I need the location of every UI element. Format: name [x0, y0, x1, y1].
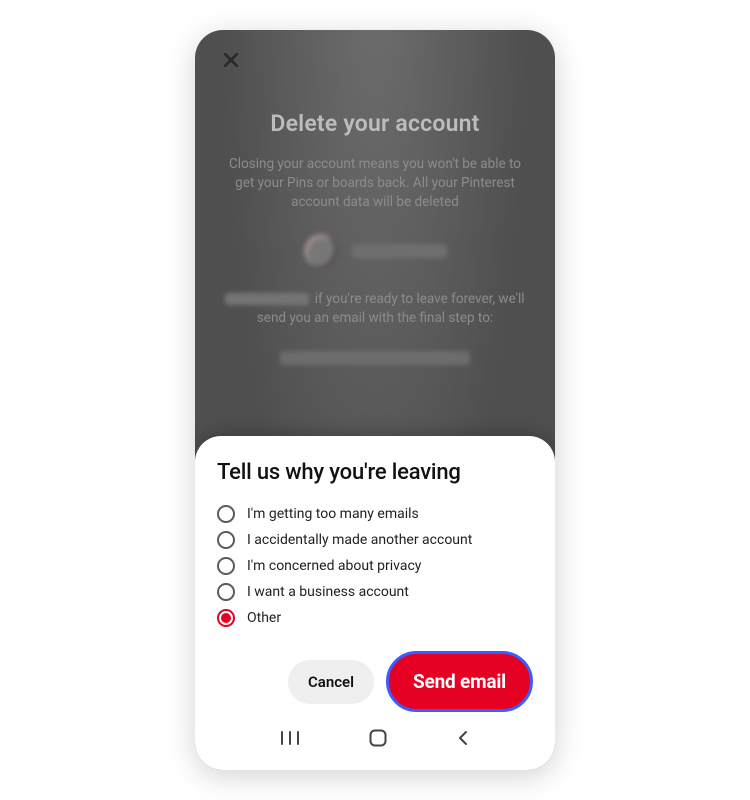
- reason-option-privacy[interactable]: I'm concerned about privacy: [217, 553, 533, 579]
- radio-icon: [217, 505, 235, 523]
- back-button[interactable]: [456, 730, 470, 750]
- reason-label: I'm getting too many emails: [247, 506, 419, 522]
- reason-option-other[interactable]: Other: [217, 605, 533, 631]
- page-description: Closing your account means you won't be …: [217, 155, 533, 212]
- leave-reason-sheet: Tell us why you're leaving I'm getting t…: [195, 436, 555, 770]
- reason-label: Other: [247, 610, 281, 626]
- ready-text: if you're ready to leave forever, we'll …: [217, 290, 533, 329]
- page-title: Delete your account: [217, 110, 533, 137]
- phone-frame: Delete your account Closing your account…: [195, 30, 555, 770]
- back-icon: [456, 730, 470, 750]
- close-icon: [221, 50, 241, 74]
- radio-icon: [217, 583, 235, 601]
- recents-icon: [280, 730, 300, 750]
- user-name-redacted-inline: [225, 293, 309, 305]
- home-button[interactable]: [369, 729, 387, 751]
- email-redacted: [280, 351, 470, 365]
- radio-icon: [217, 609, 235, 627]
- reason-option-emails[interactable]: I'm getting too many emails: [217, 501, 533, 527]
- recents-button[interactable]: [280, 730, 300, 750]
- avatar: [304, 234, 338, 268]
- close-button[interactable]: [217, 48, 245, 76]
- radio-icon: [217, 531, 235, 549]
- radio-icon: [217, 557, 235, 575]
- user-name-redacted: [352, 244, 447, 258]
- android-nav-bar: [217, 720, 533, 760]
- reason-label: I want a business account: [247, 584, 409, 600]
- sheet-actions: Cancel Send email: [217, 651, 533, 712]
- reason-option-business[interactable]: I want a business account: [217, 579, 533, 605]
- reason-options: I'm getting too many emails I accidental…: [217, 501, 533, 631]
- sheet-title: Tell us why you're leaving: [217, 460, 533, 485]
- send-email-button[interactable]: Send email: [386, 651, 533, 712]
- home-icon: [369, 729, 387, 751]
- reason-label: I'm concerned about privacy: [247, 558, 421, 574]
- reason-option-duplicate-account[interactable]: I accidentally made another account: [217, 527, 533, 553]
- user-row: [217, 234, 533, 268]
- reason-label: I accidentally made another account: [247, 532, 472, 548]
- cancel-button[interactable]: Cancel: [288, 660, 374, 704]
